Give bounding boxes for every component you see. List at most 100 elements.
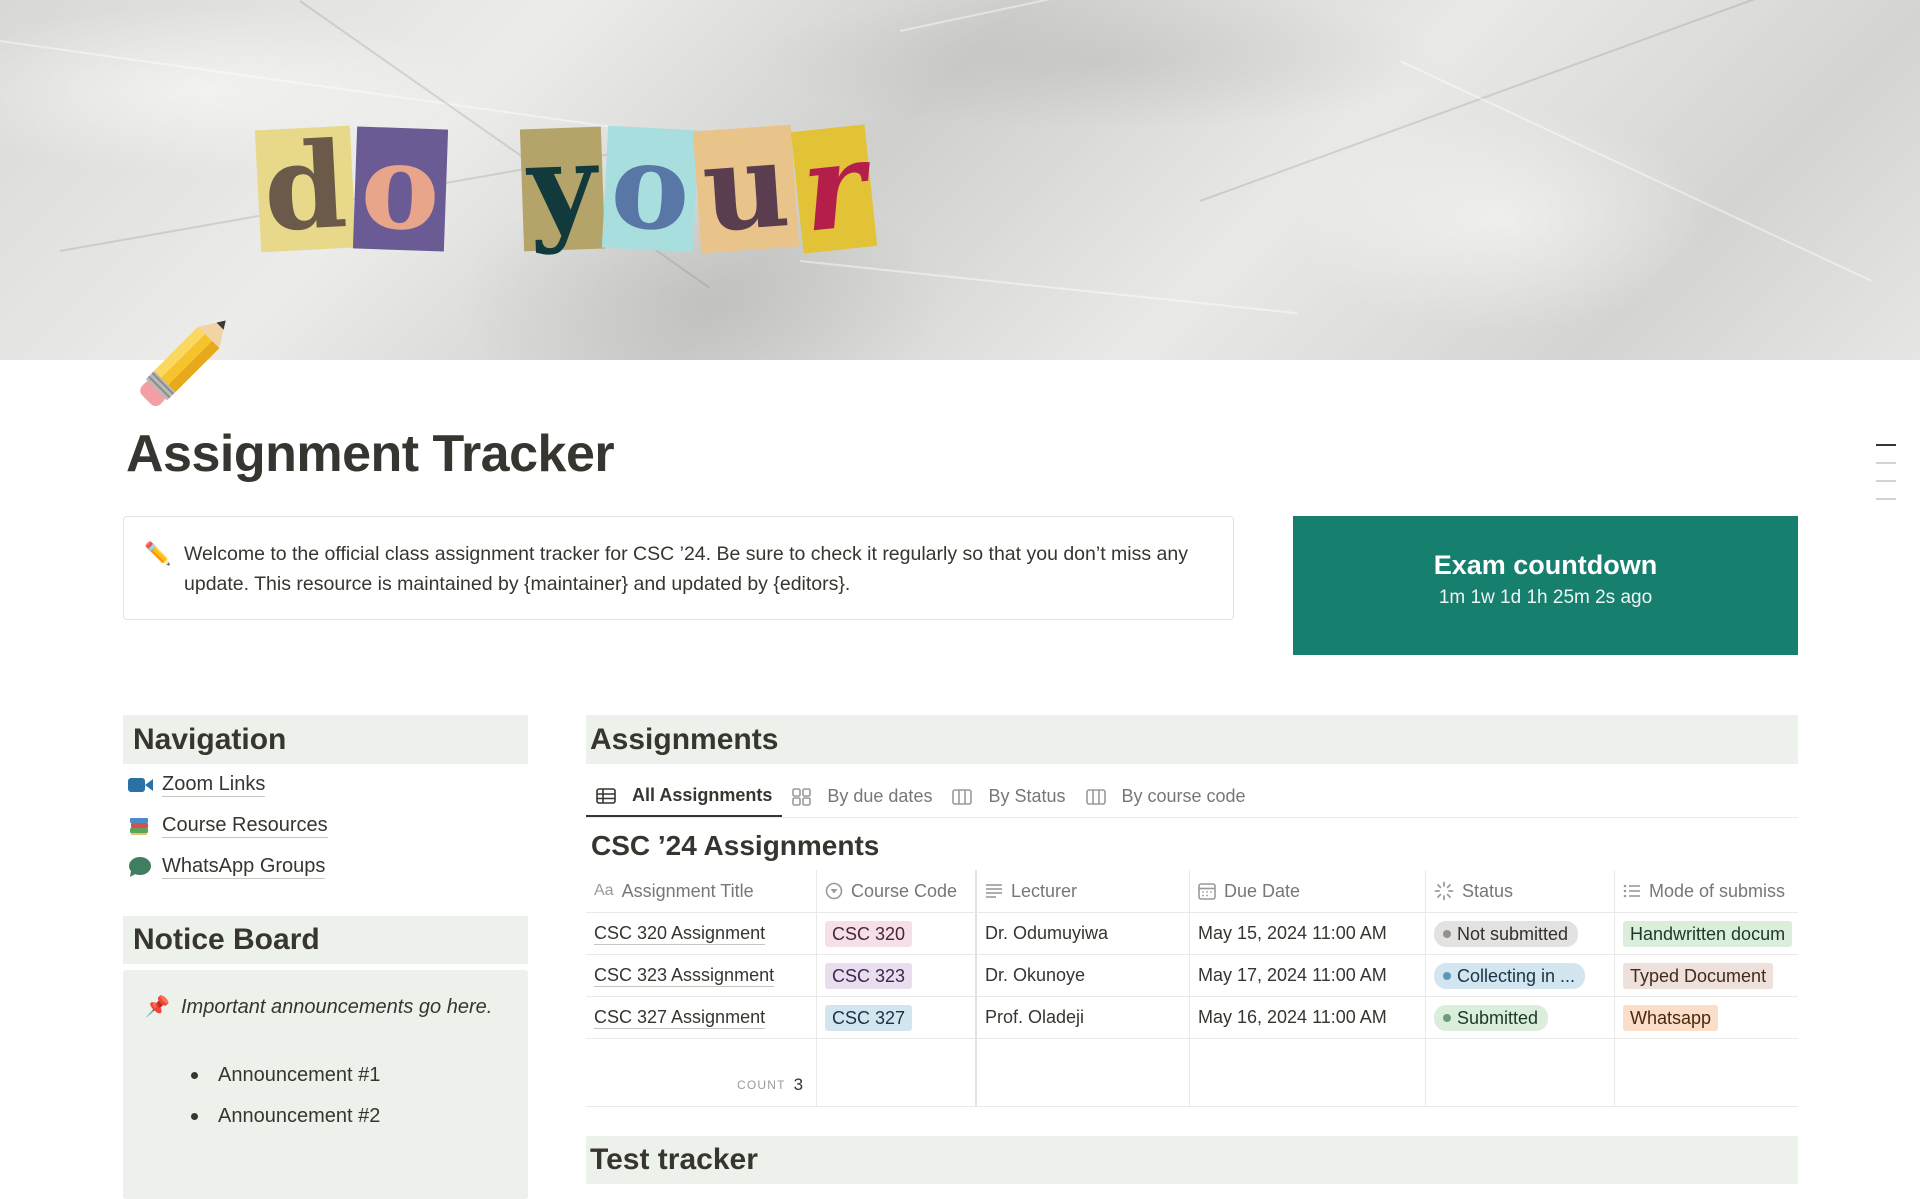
status-badge: Not submitted — [1434, 920, 1579, 947]
due-date-cell[interactable]: May 15, 2024 11:00 AM — [1190, 913, 1426, 954]
column-label: Due Date — [1224, 880, 1301, 901]
board-icon — [952, 788, 980, 806]
count-value: 3 — [793, 1075, 804, 1094]
status-badge: Submitted — [1434, 1004, 1549, 1031]
mode-tag: Whatsapp — [1623, 1004, 1719, 1031]
mode-tag: Handwritten docum — [1623, 920, 1793, 947]
assignments-heading: Assignments — [586, 715, 1798, 764]
assignments-table: Aa Assignment Title Course Code Lecturer… — [586, 870, 1798, 1107]
notice-text: Important announcements go here. — [181, 996, 493, 1018]
announcement-label: Announcement #1 — [218, 1064, 381, 1086]
column-header-due-date[interactable]: Due Date — [1190, 870, 1426, 912]
column-header-course-code[interactable]: Course Code — [817, 870, 977, 912]
assignment-title-cell[interactable]: CSC 327 Assignment — [586, 997, 817, 1038]
assignment-title-cell[interactable]: CSC 323 Asssignment — [586, 955, 817, 996]
course-code-tag: CSC 323 — [825, 962, 913, 989]
tab-label: By Status — [988, 786, 1066, 806]
lecturer-cell[interactable]: Prof. Oladeji — [977, 997, 1190, 1038]
nav-item-whatsapp-groups[interactable]: WhatsApp Groups — [128, 854, 326, 879]
cover-word-your: y o u r — [519, 114, 878, 259]
mode-cell[interactable]: Handwritten docum — [1615, 913, 1798, 954]
cover-letter: u — [693, 114, 800, 259]
column-header-lecturer[interactable]: Lecturer — [977, 870, 1190, 912]
column-header-status[interactable]: Status — [1426, 870, 1615, 912]
course-code-tag: CSC 320 — [825, 920, 913, 947]
bullet-icon — [191, 1072, 198, 1079]
tab-label: By due dates — [827, 786, 933, 806]
table-row[interactable]: CSC 320 Assignment CSC 320 Dr. Odumuyiwa… — [586, 913, 1798, 955]
column-label: Status — [1462, 880, 1514, 901]
database-title: CSC ’24 Assignments — [591, 830, 880, 861]
toc-marker[interactable] — [1876, 480, 1896, 482]
course-code-cell[interactable]: CSC 320 — [817, 913, 977, 954]
lecturer-cell[interactable]: Dr. Okunoye — [977, 955, 1190, 996]
status-icon — [1434, 881, 1454, 901]
toc-marker[interactable] — [1876, 444, 1896, 446]
board-icon — [1085, 788, 1114, 806]
cover-letter: r — [790, 114, 878, 259]
table-of-contents[interactable] — [1876, 444, 1896, 516]
nav-item-course-resources[interactable]: Course Resources — [128, 813, 328, 838]
status-label: Not submitted — [1457, 923, 1569, 944]
callout-text: Welcome to the official class assignment… — [184, 543, 1188, 595]
tab-by-course-code[interactable]: By course code — [1076, 776, 1256, 817]
page-cover: d o y o u r — [0, 0, 1920, 360]
column-label: Course Code — [851, 880, 958, 901]
pencil-icon[interactable] — [122, 296, 246, 420]
column-label: Mode of submiss — [1649, 880, 1786, 901]
mode-cell[interactable]: Typed Document — [1615, 955, 1798, 996]
nav-item-label[interactable]: Zoom Links — [162, 772, 266, 797]
cover-letter: d — [254, 115, 356, 258]
table-row[interactable]: CSC 323 Asssignment CSC 323 Dr. Okunoye … — [586, 955, 1798, 997]
assignment-title-link[interactable]: CSC 327 Assignment — [594, 1006, 766, 1029]
course-code-cell[interactable]: CSC 323 — [817, 955, 977, 996]
column-header-mode-of-submission[interactable]: Mode of submiss — [1615, 870, 1798, 912]
books-icon — [128, 815, 162, 837]
status-badge: Collecting in ... — [1434, 962, 1586, 989]
status-cell[interactable]: Submitted — [1426, 997, 1615, 1038]
toc-marker[interactable] — [1876, 462, 1896, 464]
gallery-icon — [792, 787, 819, 806]
due-date-cell[interactable]: May 17, 2024 11:00 AM — [1190, 955, 1426, 996]
select-icon — [825, 882, 843, 900]
cover-letter: o — [352, 116, 448, 257]
mode-cell[interactable]: Whatsapp — [1615, 997, 1798, 1038]
calendar-icon — [1198, 882, 1216, 900]
nav-item-label[interactable]: Course Resources — [162, 813, 328, 838]
nav-item-zoom-links[interactable]: Zoom Links — [128, 772, 266, 797]
column-label: Assignment Title — [621, 880, 754, 901]
title-property-icon: Aa — [594, 882, 614, 899]
table-row[interactable]: CSC 327 Assignment CSC 327 Prof. Oladeji… — [586, 997, 1798, 1039]
row-count[interactable]: COUNT 3 — [737, 1075, 803, 1095]
announcement-item: Announcement #1 — [191, 1064, 380, 1087]
table-icon — [596, 787, 624, 805]
tab-label: By course code — [1121, 786, 1246, 806]
status-dot-icon — [1443, 971, 1451, 980]
due-date-cell[interactable]: May 16, 2024 11:00 AM — [1190, 997, 1426, 1038]
page-title: Assignment Tracker — [126, 425, 615, 483]
column-header-assignment-title[interactable]: Aa Assignment Title — [586, 870, 817, 912]
countdown-value: 1m 1w 1d 1h 25m 2s ago — [1438, 587, 1653, 608]
tab-by-status[interactable]: By Status — [942, 776, 1075, 817]
status-label: Collecting in ... — [1457, 965, 1576, 986]
table-header-row: Aa Assignment Title Course Code Lecturer… — [586, 870, 1798, 913]
notice-board-callout: 📌 Important announcements go here. Annou… — [123, 970, 528, 1199]
course-code-tag: CSC 327 — [825, 1004, 913, 1031]
status-cell[interactable]: Not submitted — [1426, 913, 1615, 954]
status-dot-icon — [1443, 929, 1451, 938]
status-dot-icon — [1443, 1013, 1451, 1022]
navigation-heading: Navigation — [123, 715, 528, 764]
nav-item-label[interactable]: WhatsApp Groups — [162, 854, 326, 879]
assignment-title-link[interactable]: CSC 320 Assignment — [594, 922, 766, 945]
toc-marker[interactable] — [1876, 498, 1896, 500]
pushpin-icon: 📌 — [145, 996, 170, 1018]
course-code-cell[interactable]: CSC 327 — [817, 997, 977, 1038]
status-cell[interactable]: Collecting in ... — [1426, 955, 1615, 996]
mode-tag: Typed Document — [1623, 962, 1774, 989]
lecturer-cell[interactable]: Dr. Odumuyiwa — [977, 913, 1190, 954]
tab-by-due-dates[interactable]: By due dates — [782, 776, 942, 817]
assignment-title-link[interactable]: CSC 323 Asssignment — [594, 964, 775, 987]
countdown-title: Exam countdown — [1433, 550, 1658, 580]
assignment-title-cell[interactable]: CSC 320 Assignment — [586, 913, 817, 954]
tab-all-assignments[interactable]: All Assignments — [586, 776, 783, 817]
